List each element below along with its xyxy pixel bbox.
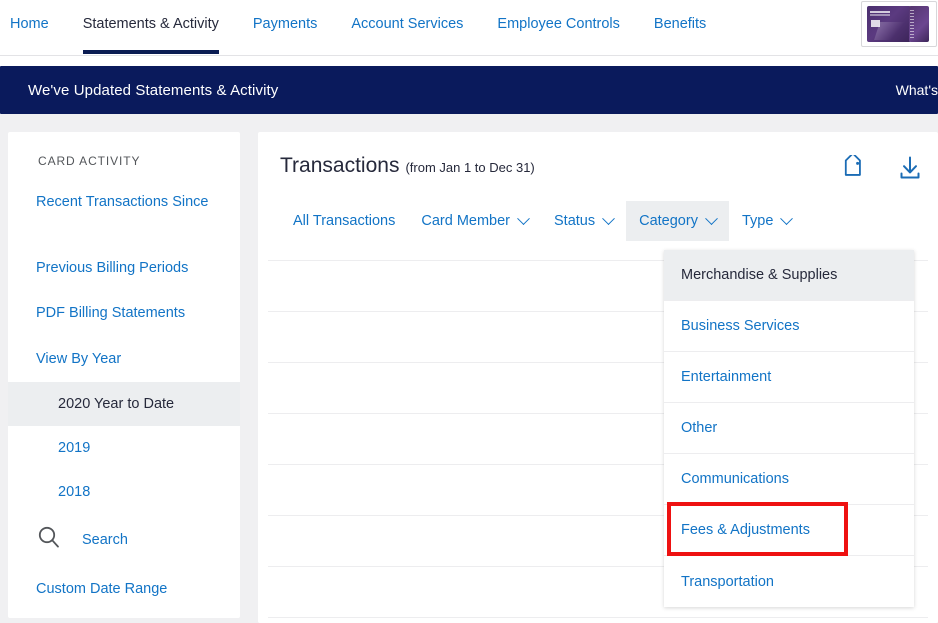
filter-card-member-label: Card Member — [421, 213, 510, 229]
nav-item-statements-activity[interactable]: Statements & Activity — [82, 16, 220, 54]
card-sheen — [874, 22, 911, 40]
nav-item-benefits[interactable]: Benefits — [654, 16, 706, 54]
transactions-title-row: Transactions (from Jan 1 to Dec 31) — [280, 154, 535, 178]
banner-message: We've Updated Statements & Activity — [28, 81, 279, 99]
sidebar-item-view-by-year[interactable]: View By Year — [36, 351, 121, 367]
dropdown-item-business-services[interactable]: Business Services — [664, 301, 914, 352]
sidebar-item-recent-transactions[interactable]: Recent Transactions Since — [36, 194, 208, 210]
sidebar-year-2020[interactable]: 2020 Year to Date — [8, 382, 240, 426]
nav-divider — [0, 55, 938, 56]
dropdown-item-merchandise-supplies[interactable]: Merchandise & Supplies — [664, 250, 914, 301]
sidebar-year-2019[interactable]: 2019 — [8, 426, 240, 470]
top-navigation-bar: Home Statements & Activity Payments Acco… — [0, 0, 938, 56]
credit-card-thumbnail[interactable] — [861, 1, 937, 47]
page-title-daterange: (from Jan 1 to Dec 31) — [405, 160, 535, 175]
filter-type[interactable]: Type — [729, 201, 804, 241]
chevron-down-icon — [780, 211, 794, 225]
chevron-down-icon — [517, 211, 530, 225]
magnifier-icon — [36, 524, 62, 555]
filter-type-label: Type — [741, 213, 774, 229]
card-back-face — [909, 6, 929, 42]
sidebar-search[interactable]: Search — [36, 524, 128, 555]
filter-category[interactable]: Category — [626, 201, 729, 241]
banner-whats-new-link[interactable]: What's — [896, 82, 938, 98]
filter-category-label: Category — [639, 213, 698, 229]
nav-item-account-services[interactable]: Account Services — [351, 16, 463, 54]
sidebar-item-pdf-billing-statements[interactable]: PDF Billing Statements — [36, 305, 185, 321]
table-row-divider — [268, 617, 928, 618]
nav-item-payments[interactable]: Payments — [253, 16, 317, 54]
dropdown-item-other[interactable]: Other — [664, 403, 914, 454]
filter-card-member[interactable]: Card Member — [408, 201, 541, 241]
dropdown-item-entertainment[interactable]: Entertainment — [664, 352, 914, 403]
top-nav-items: Home Statements & Activity Payments Acco… — [0, 0, 740, 56]
page-title: Transactions — [280, 154, 400, 177]
sidebar-card-activity: CARD ACTIVITY Recent Transactions Since … — [8, 132, 240, 618]
tag-icon[interactable] — [840, 152, 866, 181]
sidebar-custom-date-range[interactable]: Custom Date Range — [36, 581, 167, 597]
update-banner: We've Updated Statements & Activity What… — [0, 66, 938, 114]
transaction-filter-tabs: All Transactions Card Member Status Cate… — [280, 201, 804, 241]
category-dropdown: Merchandise & Supplies Business Services… — [664, 250, 914, 607]
sidebar-heading: CARD ACTIVITY — [38, 154, 141, 168]
sidebar-item-previous-billing-periods[interactable]: Previous Billing Periods — [36, 260, 188, 276]
filter-all-transactions-label: All Transactions — [293, 213, 396, 229]
download-icon[interactable] — [896, 154, 924, 182]
credit-card-image — [867, 6, 931, 42]
chevron-down-icon — [705, 211, 718, 225]
sidebar-year-2020-label: 2020 Year to Date — [58, 396, 175, 412]
sidebar-year-2018[interactable]: 2018 — [8, 470, 240, 514]
sidebar-year-2019-label: 2019 — [58, 440, 91, 456]
dropdown-item-transportation[interactable]: Transportation — [664, 556, 914, 607]
card-front-face — [867, 6, 911, 42]
filter-status-label: Status — [554, 213, 596, 229]
panel-header-icons — [840, 152, 924, 182]
sidebar-year-2018-label: 2018 — [58, 484, 91, 500]
filter-status[interactable]: Status — [541, 201, 626, 241]
nav-item-employee-controls[interactable]: Employee Controls — [497, 16, 620, 54]
filter-all-transactions[interactable]: All Transactions — [280, 201, 408, 241]
nav-item-home[interactable]: Home — [10, 16, 49, 54]
sidebar-search-label: Search — [82, 531, 128, 548]
chevron-down-icon — [602, 211, 615, 225]
dropdown-item-fees-adjustments[interactable]: Fees & Adjustments — [664, 505, 914, 556]
dropdown-item-communications[interactable]: Communications — [664, 454, 914, 505]
